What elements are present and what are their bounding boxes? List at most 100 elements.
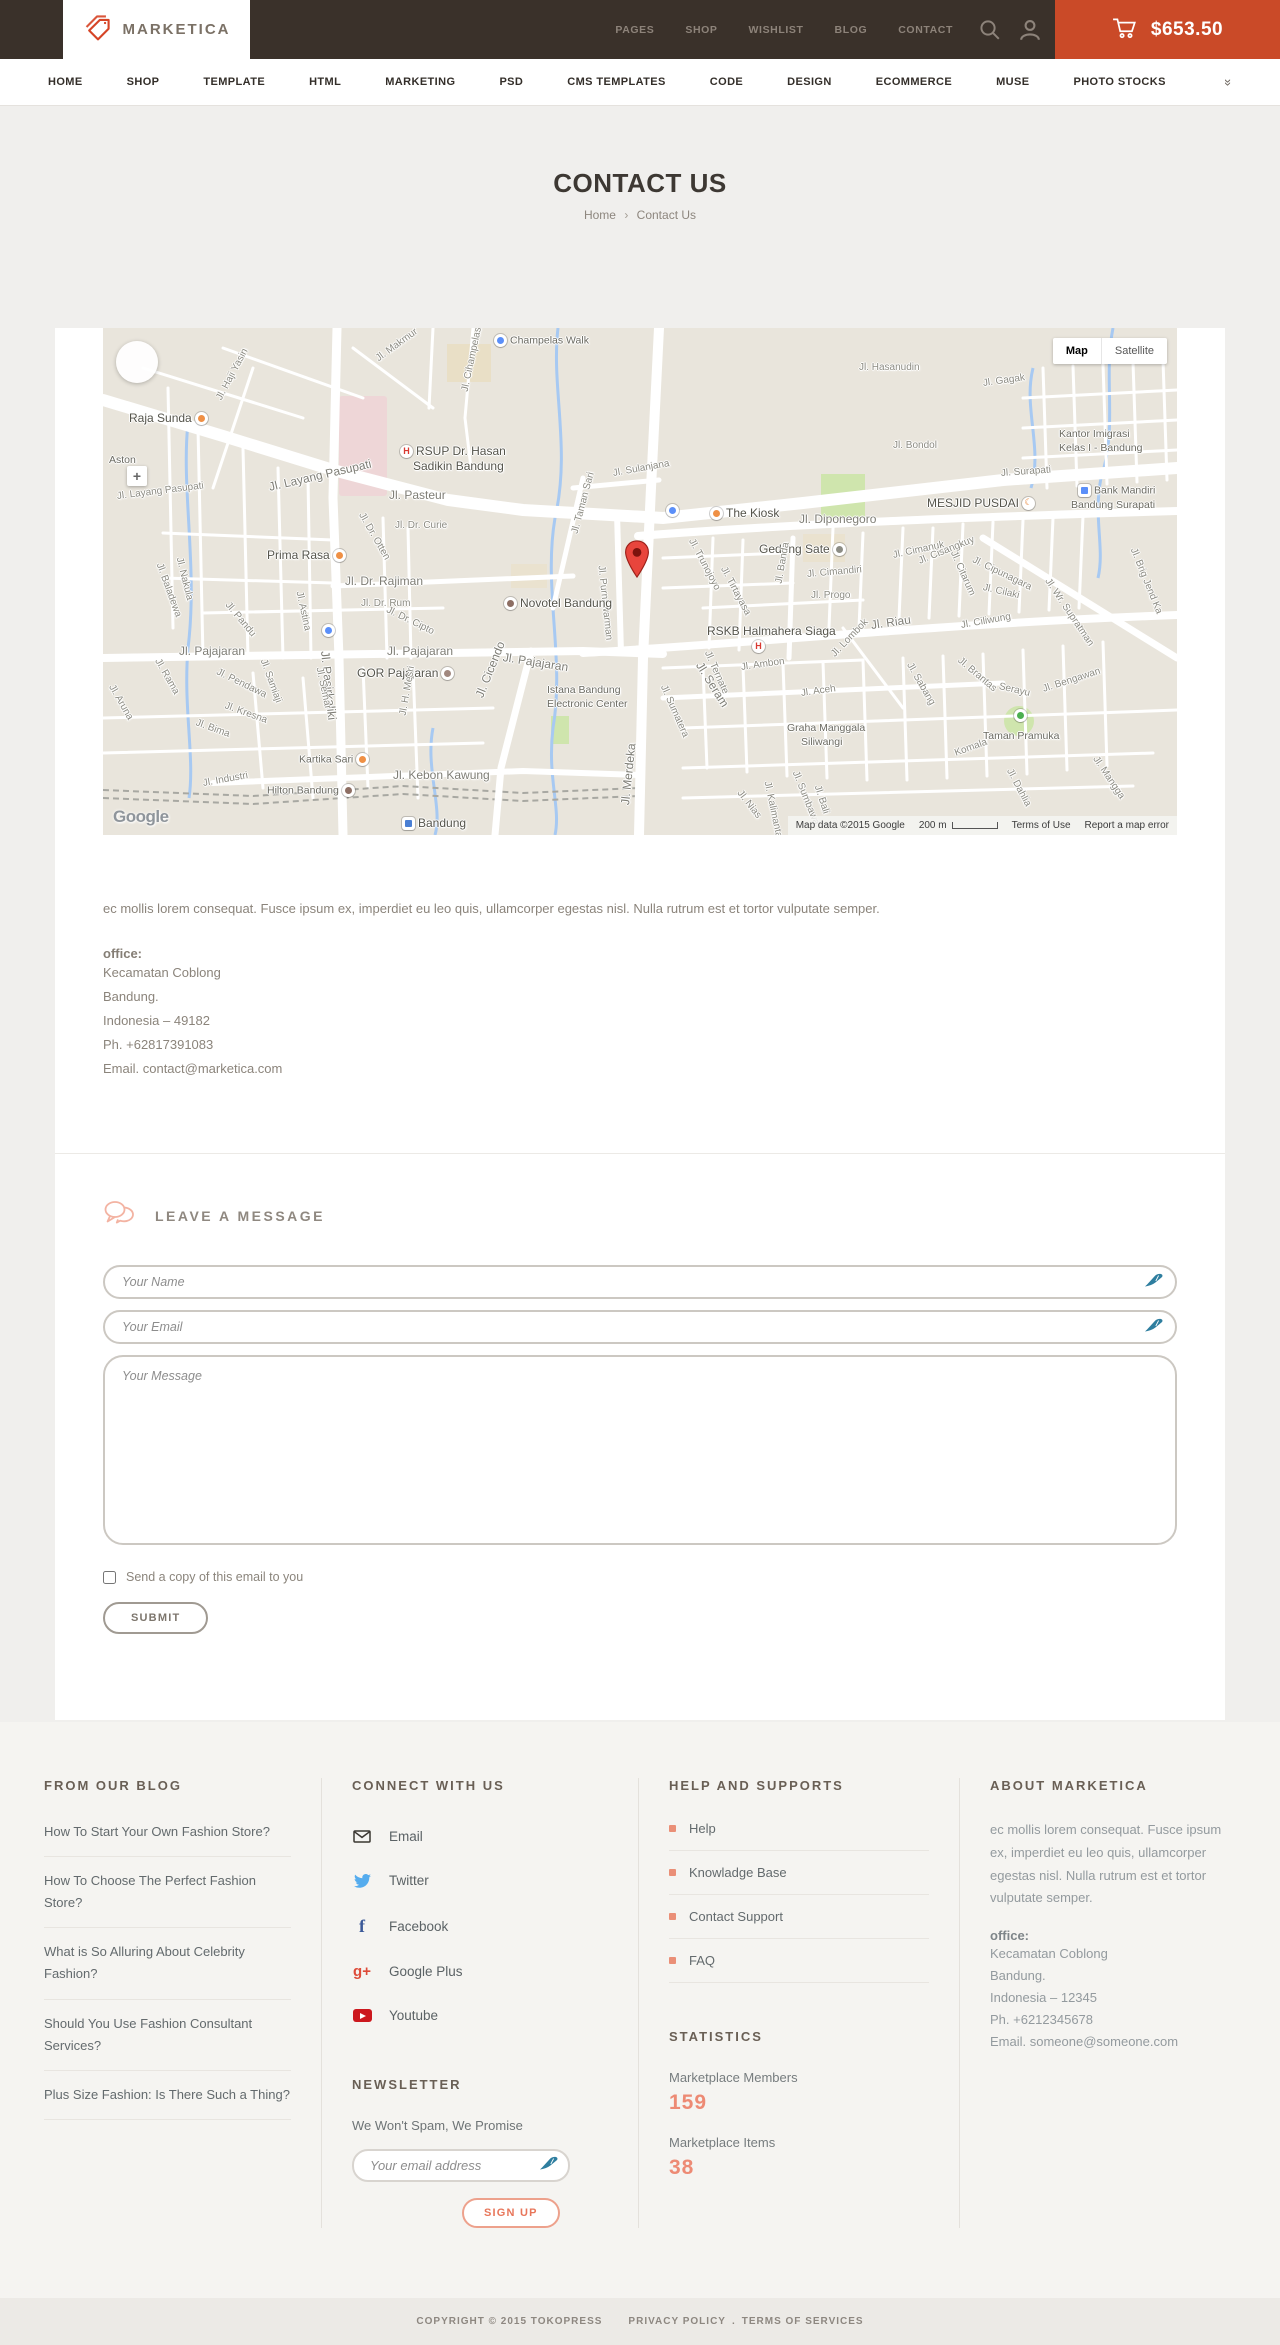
user-icon[interactable] — [1019, 19, 1041, 41]
breadcrumb-home-link[interactable]: Home — [584, 208, 616, 222]
map-label: Electronic Center — [547, 698, 628, 710]
map-label: Jl. Progo — [811, 590, 851, 601]
about-text: ec mollis lorem consequat. Fusce ipsum e… — [990, 1822, 1222, 1906]
map-button[interactable]: Map — [1052, 338, 1101, 364]
about-heading: ABOUT MARKETICA — [990, 1778, 1148, 1794]
office-line: Ph. +62817391083 — [103, 1036, 214, 1052]
footer-blog-column: FROM OUR BLOG How To Start Your Own Fash… — [44, 1778, 322, 2229]
pan-down-arrow-icon[interactable] — [132, 367, 142, 377]
map-label — [663, 504, 682, 517]
category-nav-link[interactable]: PSD — [499, 76, 523, 88]
map-attribution: Map data ©2015 Google 200 m Terms of Use… — [787, 816, 1177, 835]
category-nav-link[interactable]: SHOP — [127, 76, 160, 88]
office-line: Indonesia – 49182 — [103, 1012, 210, 1028]
help-link[interactable]: Knowladge Base — [669, 1851, 929, 1896]
category-nav-link[interactable]: CMS TEMPLATES — [567, 76, 666, 88]
email-input[interactable] — [103, 1310, 1177, 1345]
header-nav-link[interactable]: CONTACT — [898, 24, 953, 36]
map-label: Siliwangi — [801, 736, 843, 748]
blog-heading: FROM OUR BLOG — [44, 1778, 182, 1794]
newsletter-text: We Won't Spam, We Promise — [352, 2118, 523, 2134]
message-textarea[interactable] — [103, 1355, 1177, 1546]
help-link[interactable]: FAQ — [669, 1939, 929, 1984]
intro-text: ec mollis lorem consequat. Fusce ipsum e… — [103, 901, 880, 916]
office-line: Email. contact@marketica.com — [103, 1060, 283, 1076]
map-marker-pin — [624, 540, 650, 583]
office-line: Indonesia – 12345 — [990, 1990, 1097, 2006]
privacy-policy-link[interactable]: PRIVACY POLICY — [628, 2316, 726, 2327]
blog-post-link[interactable]: Should You Use Fashion Consultant Servic… — [44, 2000, 291, 2071]
pan-right-arrow-icon[interactable] — [142, 357, 152, 367]
social-link-facebook[interactable]: f Facebook — [352, 1907, 608, 1945]
category-nav-link[interactable]: MUSE — [996, 76, 1029, 88]
header-nav-link[interactable]: WISHLIST — [749, 24, 804, 36]
category-nav-link[interactable]: TEMPLATE — [203, 76, 265, 88]
map-poi-icon — [1022, 497, 1036, 511]
send-copy-checkbox[interactable] — [103, 1570, 116, 1584]
report-map-error-link[interactable]: Report a map error — [1085, 820, 1169, 831]
category-nav-link[interactable]: HOME — [48, 76, 83, 88]
map-zoom-in-button[interactable]: + — [127, 466, 147, 486]
map-data-credit: Map data ©2015 Google — [795, 820, 905, 831]
satellite-button[interactable]: Satellite — [1100, 338, 1167, 364]
googleplus-icon: g+ — [353, 1963, 371, 1981]
map-label: Jl. Hasanudin — [859, 362, 920, 373]
category-nav-link[interactable]: MARKETING — [385, 76, 455, 88]
category-nav-link[interactable]: ECOMMERCE — [876, 76, 952, 88]
pan-up-arrow-icon[interactable] — [132, 347, 142, 357]
header-nav-link[interactable]: BLOG — [835, 24, 868, 36]
brand-logo[interactable]: MARKETICA — [63, 0, 250, 59]
google-map[interactable]: Champelas Walk Jl. Hasanudin Jl. Gagak Kant… — [103, 328, 1177, 835]
category-nav-link[interactable]: CODE — [710, 76, 743, 88]
map-label: Graha Manggala — [787, 722, 866, 734]
pen-icon — [1145, 1318, 1163, 1337]
map-label: Jl. Diponegoro — [799, 512, 877, 526]
office-label: office: — [103, 945, 142, 961]
chevron-down-icon[interactable]: » — [1221, 78, 1236, 85]
category-nav-link[interactable]: DESIGN — [787, 76, 832, 88]
submit-button[interactable]: SUBMIT — [103, 1602, 209, 1635]
blog-post-link[interactable]: How To Choose The Perfect Fashion Store? — [44, 1857, 291, 1929]
map-label: Sadikin Bandung — [413, 459, 504, 473]
map-pan-control[interactable] — [116, 341, 158, 383]
statistics-heading: STATISTICS — [669, 2029, 763, 2045]
social-link-googleplus[interactable]: g+ Google Plus — [352, 1954, 608, 1989]
social-link-twitter[interactable]: Twitter — [352, 1863, 608, 1898]
map-poi-icon — [402, 817, 415, 831]
stat-label: Marketplace Members — [669, 2070, 798, 2086]
social-link-email[interactable]: Email — [352, 1819, 608, 1854]
name-input[interactable] — [103, 1265, 1177, 1300]
statistics-section: STATISTICS Marketplace Members 159 Marke… — [669, 2029, 929, 2180]
form-heading: LEAVE A MESSAGE — [155, 1207, 326, 1224]
email-icon — [352, 1830, 372, 1843]
blog-post-link[interactable]: How To Start Your Own Fashion Store? — [44, 1819, 291, 1858]
newsletter-email-input[interactable] — [352, 2149, 570, 2183]
map-label: Hilton Bandung — [267, 784, 358, 797]
office-line: Bandung. — [103, 988, 159, 1004]
signup-button[interactable]: SIGN UP — [462, 2198, 560, 2229]
pan-left-arrow-icon[interactable] — [122, 357, 132, 367]
category-nav-link[interactable]: HTML — [309, 76, 341, 88]
map-label: MESJID PUSDAI — [927, 496, 1038, 511]
brand-name: MARKETICA — [122, 21, 231, 38]
map-scale-label: 200 m — [918, 820, 947, 831]
top-header: MARKETICA PAGES SHOP WISHLIST BLOG CONTACT $… — [0, 0, 1280, 59]
breadcrumb-separator: › — [624, 208, 629, 222]
social-link-youtube[interactable]: Youtube — [352, 1998, 608, 2033]
blog-post-link[interactable]: Plus Size Fashion: Is There Such a Thing… — [44, 2071, 291, 2120]
header-nav-link[interactable]: SHOP — [685, 24, 717, 36]
search-icon[interactable] — [979, 19, 1001, 41]
google-logo[interactable]: Google — [113, 807, 169, 827]
map-label: Taman Pramuka — [983, 730, 1060, 742]
terms-of-services-link[interactable]: TERMS OF SERVICES — [742, 2316, 864, 2327]
map-poi-icon — [322, 624, 335, 637]
send-copy-label: Send a copy of this email to you — [126, 1570, 304, 1585]
help-link[interactable]: Contact Support — [669, 1895, 929, 1940]
header-nav-link[interactable]: PAGES — [615, 24, 654, 36]
office-line: Ph. +6212345678 — [990, 2012, 1094, 2028]
cart-button[interactable]: $653.50 — [1055, 0, 1280, 59]
blog-post-link[interactable]: What is So Alluring About Celebrity Fash… — [44, 1928, 291, 2000]
help-link[interactable]: Help — [669, 1819, 929, 1852]
category-nav-link[interactable]: PHOTO STOCKS — [1073, 76, 1165, 88]
terms-of-use-link[interactable]: Terms of Use — [1012, 820, 1071, 831]
